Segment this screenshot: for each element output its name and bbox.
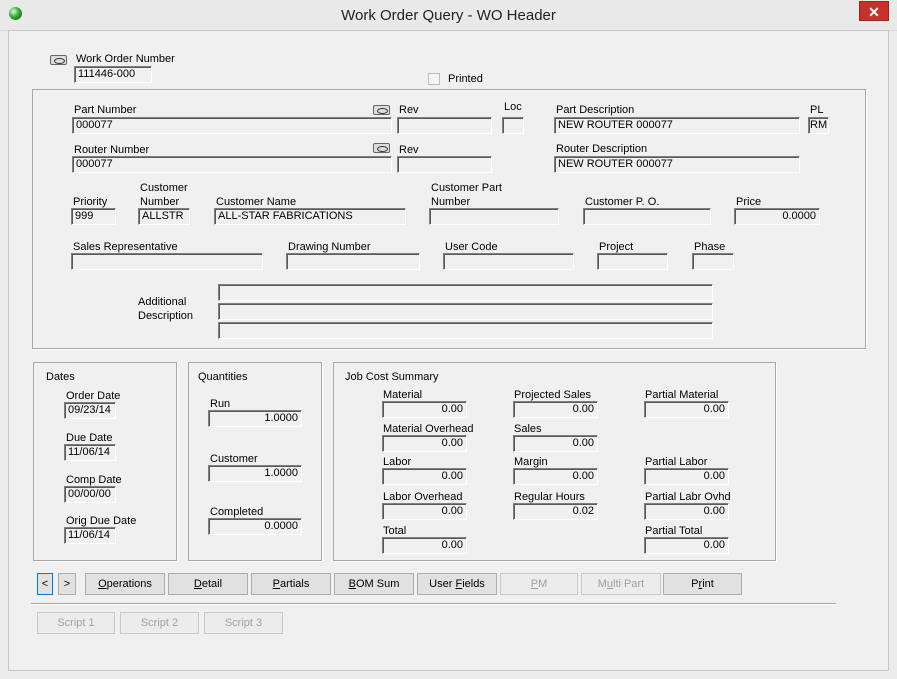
multi-part-label-2: lti Part — [613, 578, 645, 590]
router-desc-field[interactable]: NEW ROUTER 000077 — [554, 156, 800, 173]
due-date-field[interactable]: 11/06/14 — [64, 444, 116, 461]
phase-field[interactable] — [692, 253, 734, 270]
operations-accel: O — [98, 578, 107, 590]
partials-label: artials — [280, 578, 310, 590]
orig-due-date-field[interactable]: 11/06/14 — [64, 527, 116, 544]
proj-sales-field[interactable]: 0.00 — [513, 401, 598, 418]
part-lookup-icon[interactable] — [373, 105, 390, 115]
priority-field[interactable]: 999 — [71, 208, 116, 225]
multi-part-label: M — [597, 578, 607, 590]
router-rev-field[interactable] — [397, 156, 492, 173]
customer-part-label: Customer Part — [431, 182, 502, 194]
margin-field[interactable]: 0.00 — [513, 468, 598, 485]
partial-labr-ovhd-field[interactable]: 0.00 — [644, 503, 729, 520]
user-code-field[interactable] — [443, 253, 574, 270]
next-record-button[interactable]: > — [58, 573, 76, 595]
pm-accel: P — [530, 578, 539, 590]
window: Work Order Query - WO Header ✕ Work Orde… — [0, 0, 897, 679]
labor-field[interactable]: 0.00 — [382, 468, 467, 485]
user-fields-label: User — [429, 578, 456, 590]
partials-accel: P — [272, 578, 280, 590]
print-label-2: int — [702, 578, 714, 590]
addl-desc-label-2: Description — [138, 310, 194, 322]
rev-label: Rev — [399, 104, 419, 116]
bom-sum-accel: B — [348, 578, 356, 590]
window-title: Work Order Query - WO Header — [341, 7, 556, 24]
bom-sum-label: OM Sum — [355, 578, 400, 590]
router-lookup-icon[interactable] — [373, 143, 390, 153]
router-number-field[interactable]: 000077 — [72, 156, 392, 173]
order-date-field[interactable]: 09/23/14 — [64, 402, 116, 419]
wo-number-label: Work Order Number — [76, 53, 175, 65]
project-field[interactable] — [597, 253, 668, 270]
operations-label: perations — [106, 578, 152, 590]
script-3-button[interactable]: Script 3 — [204, 612, 283, 634]
router-desc-label: Router Description — [556, 143, 648, 155]
addl-desc-line-3[interactable] — [218, 322, 713, 339]
title-bar: Work Order Query - WO Header ✕ — [0, 0, 897, 31]
labor-oh-field[interactable]: 0.00 — [382, 503, 467, 520]
print-button[interactable]: Print — [663, 573, 742, 595]
completed-field[interactable]: 0.0000 — [208, 518, 302, 535]
customer-number-label: Customer — [140, 182, 188, 194]
pl-label: PL — [810, 104, 824, 116]
operations-button[interactable]: Operations — [85, 573, 165, 595]
loc-field[interactable] — [502, 117, 524, 134]
total-field[interactable]: 0.00 — [382, 537, 467, 554]
script-1-button[interactable]: Script 1 — [37, 612, 115, 634]
partial-total-field[interactable]: 0.00 — [644, 537, 729, 554]
comp-date-field[interactable]: 00/00/00 — [64, 486, 116, 503]
run-field[interactable]: 1.0000 — [208, 410, 302, 427]
prev-record-button[interactable]: < — [37, 573, 53, 595]
part-number-label: Part Number — [74, 104, 137, 116]
close-button[interactable]: ✕ — [859, 1, 889, 21]
sales-rep-field[interactable] — [71, 253, 263, 270]
pl-field[interactable]: RM — [808, 117, 829, 134]
wo-number-field[interactable]: 111446-000 — [74, 66, 152, 83]
detail-label: etail — [201, 578, 223, 590]
printed-label: Printed — [448, 73, 483, 85]
printed-checkbox[interactable] — [428, 73, 440, 85]
detail-button[interactable]: Detail — [168, 573, 248, 595]
drawing-field[interactable] — [286, 253, 420, 270]
material-field[interactable]: 0.00 — [382, 401, 467, 418]
customer-po-field[interactable] — [583, 208, 711, 225]
partial-labor-field[interactable]: 0.00 — [644, 468, 729, 485]
partials-button[interactable]: Partials — [251, 573, 331, 595]
wo-lookup-icon[interactable] — [50, 55, 67, 65]
mat-oh-field[interactable]: 0.00 — [382, 435, 467, 452]
client-area: Work Order Number 111446-000 Printed Par… — [8, 30, 889, 671]
bom-sum-button[interactable]: BOM Sum — [334, 573, 414, 595]
customer-part-field[interactable] — [429, 208, 559, 225]
part-desc-field[interactable]: NEW ROUTER 000077 — [554, 117, 800, 134]
addl-desc-line-1[interactable] — [218, 284, 713, 301]
rev-field[interactable] — [397, 117, 492, 134]
price-field[interactable]: 0.0000 — [734, 208, 820, 225]
script-2-button[interactable]: Script 2 — [120, 612, 199, 634]
sales-field[interactable]: 0.00 — [513, 435, 598, 452]
loc-label: Loc — [504, 101, 522, 113]
dates-title: Dates — [46, 371, 75, 383]
addl-desc-label: Additional — [138, 296, 187, 308]
customer-name-field[interactable]: ALL-STAR FABRICATIONS — [214, 208, 406, 225]
multi-part-button[interactable]: Multi Part — [581, 573, 661, 595]
customer-number-field[interactable]: ALLSTR — [138, 208, 190, 225]
part-number-field[interactable]: 000077 — [72, 117, 392, 134]
part-desc-label: Part Description — [556, 104, 635, 116]
job-cost-title: Job Cost Summary — [345, 371, 439, 383]
user-fields-button[interactable]: User Fields — [417, 573, 497, 595]
user-fields-label-2: ields — [462, 578, 485, 590]
quantities-title: Quantities — [198, 371, 248, 383]
pm-button[interactable]: PM — [500, 573, 578, 595]
detail-accel: D — [193, 578, 202, 590]
reg-hours-field[interactable]: 0.02 — [513, 503, 598, 520]
addl-desc-line-2[interactable] — [218, 303, 713, 320]
button-separator — [31, 603, 836, 605]
customer-qty-field[interactable]: 1.0000 — [208, 465, 302, 482]
pm-label: M — [538, 578, 548, 590]
print-label: P — [691, 578, 699, 590]
partial-material-field[interactable]: 0.00 — [644, 401, 729, 418]
